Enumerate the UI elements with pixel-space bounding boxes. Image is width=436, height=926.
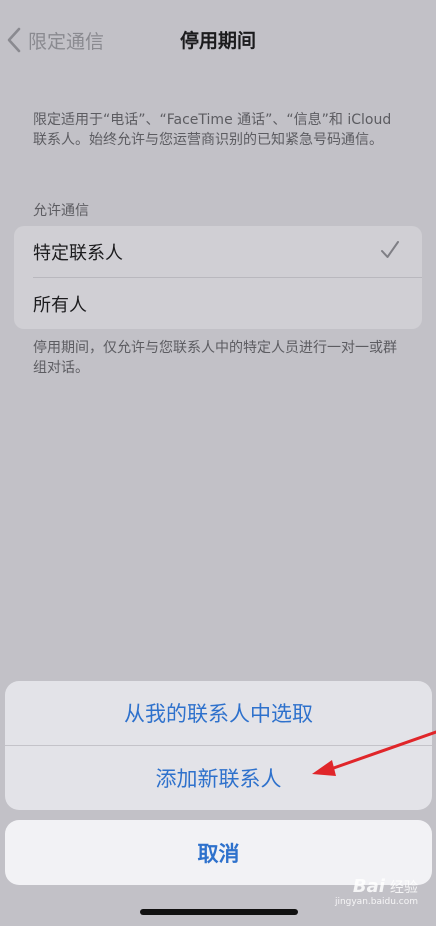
option-everyone[interactable]: 所有人: [14, 278, 422, 329]
allow-options-group: 特定联系人 所有人: [14, 226, 422, 329]
option-specific-contacts[interactable]: 特定联系人: [14, 226, 422, 277]
option-label: 特定联系人: [33, 242, 123, 264]
home-indicator[interactable]: [140, 909, 298, 915]
description-text: 限定适用于“电话”、“FaceTime 通话”、“信息”和 iCloud 联系人…: [33, 112, 392, 148]
section-header-allow: 允许通信: [33, 203, 89, 219]
watermark: Bai 经验 jingyan.baidu.com: [335, 876, 418, 907]
navigation-bar: 限定通信 停用期间: [0, 0, 436, 80]
section-footer-text: 停用期间，仅允许与您联系人中的特定人员进行一对一或群组对话。: [33, 340, 397, 376]
page-title: 停用期间: [179, 30, 256, 52]
annotation-arrow-icon: [312, 730, 436, 776]
watermark-url: jingyan.baidu.com: [334, 897, 418, 907]
option-label: 所有人: [33, 294, 87, 316]
baidu-logo: Bai 经验: [352, 876, 418, 897]
checkmark-icon: [381, 241, 399, 258]
